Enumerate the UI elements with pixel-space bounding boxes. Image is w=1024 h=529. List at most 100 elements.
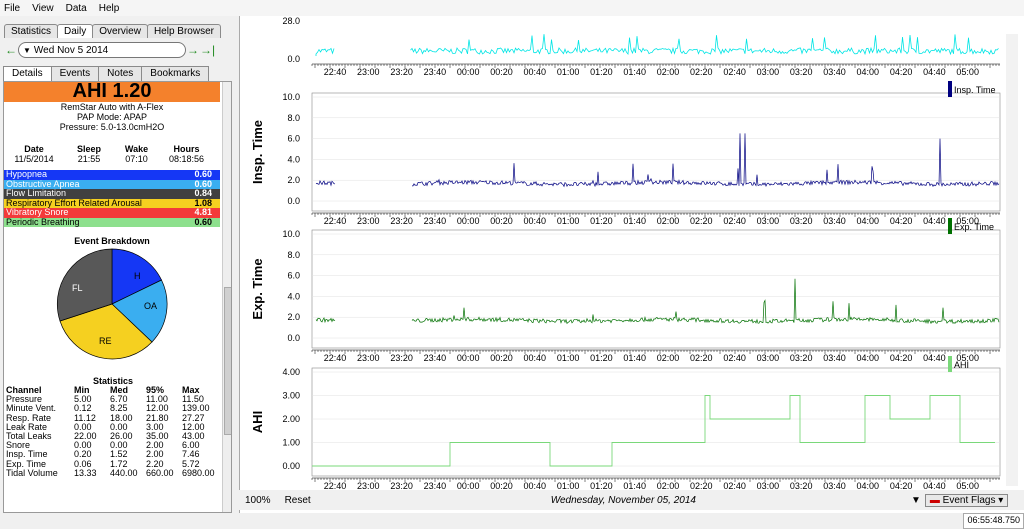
- main-tabs: Statistics Daily Overview Help Browser: [4, 24, 221, 38]
- time-tick-label: 01:40: [623, 353, 646, 363]
- time-tick-label: 22:40: [324, 353, 347, 363]
- prev-day-icon[interactable]: ←: [4, 43, 18, 57]
- sleep-hours: 08:18:56: [168, 154, 205, 164]
- chart-ylabel: Insp. Time: [250, 120, 265, 184]
- time-tick-label: 04:20: [890, 67, 913, 77]
- chart-0: Insp. Time 10.0 8.0 6.0 4.0 2.0 0.0 Insp. Time: [250, 81, 1001, 212]
- time-axis: 22:40 23:00 23:20 23:40 00:00 00:20 00:40 01:00…: [311, 477, 1000, 491]
- pie-label-re: RE: [99, 336, 112, 346]
- legend-label: AHI: [954, 360, 969, 370]
- tab-details[interactable]: Details: [3, 66, 52, 81]
- details-scrollbar[interactable]: [222, 82, 231, 512]
- status-time: 06:55:48.750: [963, 513, 1024, 529]
- ytick-label: 2.0: [287, 312, 300, 322]
- time-tick-label: 01:20: [590, 216, 613, 226]
- stats-cell: 660.00: [146, 467, 174, 478]
- top-ytick: 28.0: [282, 16, 300, 26]
- legend-swatch: [948, 356, 952, 372]
- tab-overview[interactable]: Overview: [92, 24, 148, 38]
- graph-toolbar: 100% Reset Wednesday, November 05, 2014 …: [239, 490, 1024, 510]
- dropdown-icon[interactable]: ▼: [911, 495, 921, 506]
- time-tick-label: 01:40: [623, 216, 646, 226]
- ytick-label: 6.0: [287, 134, 300, 144]
- graph-scrollbar[interactable]: [1006, 34, 1018, 486]
- ytick-label: 0.0: [287, 333, 300, 343]
- reset-button[interactable]: Reset: [285, 495, 311, 506]
- date-picker[interactable]: ▼ Wed Nov 5 2014: [18, 42, 186, 58]
- tab-events[interactable]: Events: [50, 66, 100, 81]
- time-tick-label: 01:00: [557, 481, 580, 490]
- graphs-svg: 28.0 0.0 22:40 23:00 23:20 23:40 00:00 00:20 00:…: [250, 16, 1001, 491]
- tab-statistics[interactable]: Statistics: [4, 24, 59, 38]
- ytick-label: 10.0: [282, 229, 300, 239]
- menu-help[interactable]: Help: [99, 3, 120, 14]
- pie-label-h: H: [134, 271, 141, 281]
- stats-table: Statistics Channel Min Med 95% Max Pressure 5…: [6, 376, 220, 478]
- event-indices: Hypopnea 0.60 Obstructive Apnea 0.60 Flow …: [4, 169, 220, 227]
- menu-data[interactable]: Data: [66, 3, 87, 14]
- index-name: Periodic Breathing: [6, 216, 80, 227]
- ytick-label: 3.00: [282, 391, 300, 401]
- time-tick-label: 00:40: [524, 353, 547, 363]
- last-day-icon[interactable]: →|: [200, 43, 215, 57]
- time-tick-label: 23:00: [357, 67, 380, 77]
- time-tick-label: 23:20: [390, 353, 413, 363]
- next-day-icon[interactable]: →: [186, 43, 200, 57]
- time-tick-label: 05:00: [956, 481, 979, 490]
- pap-mode: PAP Mode: APAP: [76, 112, 148, 122]
- time-tick-label: 00:40: [524, 216, 547, 226]
- ytick-label: 2.00: [282, 414, 300, 424]
- sleep-wake: 07:10: [125, 154, 148, 164]
- chart-1: Exp. Time 10.0 8.0 6.0 4.0 2.0 0.0 Exp. Time: [250, 218, 1001, 349]
- legend-label: Insp. Time: [954, 85, 996, 95]
- time-tick-label: 00:00: [457, 216, 480, 226]
- ahi-banner: AHI 1.20: [4, 82, 220, 102]
- time-tick-label: 00:00: [457, 67, 480, 77]
- time-tick-label: 02:20: [690, 67, 713, 77]
- tab-help-browser[interactable]: Help Browser: [146, 24, 221, 38]
- tab-daily[interactable]: Daily: [57, 24, 94, 38]
- ytick-label: 1.00: [282, 438, 300, 448]
- menu-view[interactable]: View: [32, 3, 54, 14]
- time-tick-label: 03:00: [757, 353, 780, 363]
- top-ytick: 0.0: [287, 54, 300, 64]
- time-tick-label: 23:20: [390, 216, 413, 226]
- pie-title: Event Breakdown: [74, 236, 150, 246]
- time-tick-label: 01:40: [623, 67, 646, 77]
- menu-file[interactable]: File: [4, 3, 20, 14]
- date-nav: ← ▼ Wed Nov 5 2014 → →|: [4, 40, 234, 60]
- time-tick-label: 02:20: [690, 216, 713, 226]
- ytick-label: 4.00: [282, 367, 300, 377]
- time-tick-label: 03:00: [757, 67, 780, 77]
- time-tick-label: 00:40: [524, 481, 547, 490]
- index-row: Periodic Breathing 0.60: [4, 216, 220, 227]
- chart-ylabel: AHI: [250, 411, 265, 433]
- ahi-series-line: [312, 395, 995, 467]
- sleep-header-hours: Hours: [173, 144, 200, 154]
- time-tick-label: 04:40: [923, 67, 946, 77]
- time-tick-label: 04:40: [923, 353, 946, 363]
- ytick-label: 4.0: [287, 291, 300, 301]
- tab-bookmarks[interactable]: Bookmarks: [141, 66, 210, 81]
- event-flags-dropdown[interactable]: ▬ Event Flags ▾: [924, 493, 1009, 507]
- sleep-start: 21:55: [77, 154, 101, 164]
- graph-date: Wednesday, November 05, 2014: [550, 494, 696, 506]
- time-axis: 22:40 23:00 23:20 23:40 00:00 00:20 00:40 01:00…: [311, 212, 1000, 226]
- scroll-thumb[interactable]: [224, 287, 231, 435]
- time-tick-label: 05:00: [956, 67, 979, 77]
- time-tick-label: 03:20: [790, 353, 813, 363]
- chart-ylabel: Exp. Time: [250, 258, 265, 319]
- tab-notes[interactable]: Notes: [98, 66, 143, 81]
- sleep-header-wake: Wake: [124, 144, 149, 154]
- time-tick-label: 02:20: [690, 353, 713, 363]
- detail-tabs: Details Events Notes Bookmarks: [3, 66, 210, 81]
- ytick-label: 0.0: [287, 196, 300, 206]
- time-tick-label: 02:00: [657, 67, 680, 77]
- pie-label-fl: FL: [72, 283, 83, 293]
- time-tick-label: 04:20: [890, 216, 913, 226]
- time-tick-label: 03:40: [823, 216, 846, 226]
- time-tick-label: 02:20: [690, 481, 713, 490]
- time-tick-label: 04:00: [857, 216, 880, 226]
- time-tick-label: 00:20: [490, 216, 513, 226]
- ytick-label: 2.0: [287, 175, 300, 185]
